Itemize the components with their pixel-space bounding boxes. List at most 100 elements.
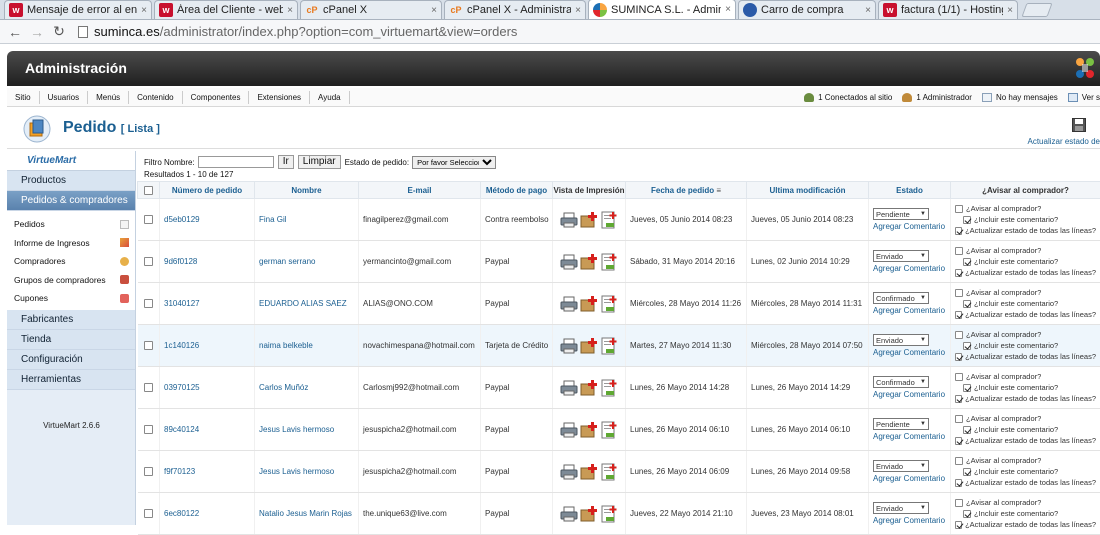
customer-name-link[interactable]: Natalio Jesus Marin Rojas	[255, 493, 359, 535]
sidebar-section-configuracion[interactable]: Configuración	[7, 350, 135, 370]
include-comment-checkbox[interactable]	[963, 300, 971, 308]
include-comment-checkbox[interactable]	[963, 384, 971, 392]
notify-customer-option[interactable]: ¿Avisar al comprador?	[955, 371, 1096, 382]
col-header-modified[interactable]: Ultima modificación	[747, 182, 869, 199]
close-tab-icon[interactable]: ×	[287, 5, 293, 16]
sidebar-section-tienda[interactable]: Tienda	[7, 330, 135, 350]
order-status-select[interactable]: Enviado▼	[873, 334, 929, 346]
order-number-link[interactable]: 6ec80122	[160, 493, 255, 535]
menu-item-contenido[interactable]: Contenido	[129, 91, 182, 104]
menu-item-extensiones[interactable]: Extensiones	[249, 91, 310, 104]
update-all-lines-checkbox[interactable]	[955, 269, 962, 277]
include-comment-checkbox[interactable]	[963, 342, 971, 350]
new-tab-button[interactable]	[1021, 3, 1052, 17]
order-number-link[interactable]: 9d6f0128	[160, 241, 255, 283]
close-tab-icon[interactable]: ×	[725, 4, 731, 15]
package-add-icon[interactable]	[580, 295, 598, 313]
forward-icon[interactable]: →	[28, 23, 46, 41]
row-checkbox[interactable]	[144, 509, 153, 518]
sidebar-section-pedidos-compradores[interactable]: Pedidos & compradores	[7, 191, 135, 211]
include-comment-option[interactable]: ¿Incluir este comentario?	[955, 508, 1096, 519]
printer-icon[interactable]	[560, 505, 578, 523]
customer-name-link[interactable]: Jesus Lavis hermoso	[255, 409, 359, 451]
row-checkbox[interactable]	[144, 425, 153, 434]
filter-status-select[interactable]: Por favor Seleccione	[412, 156, 496, 169]
menu-item-componentes[interactable]: Componentes	[183, 91, 250, 104]
notify-customer-option[interactable]: ¿Avisar al comprador?	[955, 413, 1096, 424]
close-tab-icon[interactable]: ×	[865, 5, 871, 16]
sidebar-item-pedidos[interactable]: Pedidos	[7, 215, 135, 234]
sidebar-item-grupos-compradores[interactable]: Grupos de compradores	[7, 271, 135, 290]
add-comment-link[interactable]: Agregar Comentario	[873, 222, 946, 231]
customer-name-link[interactable]: Fina Gil	[255, 199, 359, 241]
printer-icon[interactable]	[560, 337, 578, 355]
row-checkbox[interactable]	[144, 467, 153, 476]
customer-name-link[interactable]: Carlos Muñóz	[255, 367, 359, 409]
notify-customer-checkbox[interactable]	[955, 247, 963, 255]
col-header-status[interactable]: Estado	[869, 182, 951, 199]
add-comment-link[interactable]: Agregar Comentario	[873, 474, 946, 483]
reload-icon[interactable]: ↻	[50, 23, 68, 41]
add-comment-link[interactable]: Agregar Comentario	[873, 516, 946, 525]
url-field[interactable]: suminca.es/administrator/index.php?optio…	[78, 24, 517, 39]
browser-tab[interactable]: wÁrea del Cliente - webemp×	[154, 0, 298, 19]
close-tab-icon[interactable]: ×	[575, 5, 581, 16]
add-comment-link[interactable]: Agregar Comentario	[873, 432, 946, 441]
update-all-lines-option[interactable]: ¿Actualizar estado de todas las líneas?	[955, 309, 1096, 320]
update-all-lines-option[interactable]: ¿Actualizar estado de todas las líneas?	[955, 477, 1096, 488]
update-all-lines-checkbox[interactable]	[955, 227, 962, 235]
printer-icon[interactable]	[560, 211, 578, 229]
notify-customer-checkbox[interactable]	[955, 205, 963, 213]
package-add-icon[interactable]	[580, 379, 598, 397]
notify-customer-checkbox[interactable]	[955, 415, 963, 423]
customer-name-link[interactable]: naima belkeble	[255, 325, 359, 367]
add-comment-link[interactable]: Agregar Comentario	[873, 264, 946, 273]
close-tab-icon[interactable]: ×	[431, 5, 437, 16]
browser-tab[interactable]: cPcPanel X×	[300, 0, 442, 19]
invoice-add-icon[interactable]	[600, 421, 618, 439]
include-comment-option[interactable]: ¿Incluir este comentario?	[955, 466, 1096, 477]
update-all-lines-option[interactable]: ¿Actualizar estado de todas las líneas?	[955, 435, 1096, 446]
messages-status[interactable]: No hay mensajes	[982, 93, 1058, 102]
order-status-select[interactable]: Enviado▼	[873, 250, 929, 262]
notify-customer-option[interactable]: ¿Avisar al comprador?	[955, 203, 1096, 214]
notify-customer-checkbox[interactable]	[955, 499, 963, 507]
add-comment-link[interactable]: Agregar Comentario	[873, 348, 946, 357]
sidebar-section-productos[interactable]: Productos	[7, 171, 135, 191]
order-status-select[interactable]: Enviado▼	[873, 460, 929, 472]
order-number-link[interactable]: f9f70123	[160, 451, 255, 493]
sidebar-section-fabricantes[interactable]: Fabricantes	[7, 310, 135, 330]
menu-item-sitio[interactable]: Sitio	[7, 91, 40, 104]
update-status-button[interactable]: Actualizar estado de	[1028, 137, 1100, 146]
order-status-select[interactable]: Pendiente▼	[873, 208, 929, 220]
row-checkbox[interactable]	[144, 299, 153, 308]
add-comment-link[interactable]: Agregar Comentario	[873, 390, 946, 399]
include-comment-checkbox[interactable]	[963, 258, 971, 266]
order-number-link[interactable]: 31040127	[160, 283, 255, 325]
view-site-status[interactable]: Ver s	[1068, 93, 1100, 102]
package-add-icon[interactable]	[580, 211, 598, 229]
package-add-icon[interactable]	[580, 463, 598, 481]
invoice-add-icon[interactable]	[600, 379, 618, 397]
invoice-add-icon[interactable]	[600, 211, 618, 229]
notify-customer-checkbox[interactable]	[955, 289, 963, 297]
update-all-lines-option[interactable]: ¿Actualizar estado de todas las líneas?	[955, 351, 1096, 362]
include-comment-option[interactable]: ¿Incluir este comentario?	[955, 424, 1096, 435]
col-header-order-date[interactable]: Fecha de pedido ≡	[626, 182, 747, 199]
printer-icon[interactable]	[560, 295, 578, 313]
invoice-add-icon[interactable]	[600, 337, 618, 355]
filter-reset-button[interactable]: Limpiar	[298, 155, 341, 169]
row-checkbox[interactable]	[144, 257, 153, 266]
package-add-icon[interactable]	[580, 253, 598, 271]
notify-customer-checkbox[interactable]	[955, 457, 963, 465]
include-comment-option[interactable]: ¿Incluir este comentario?	[955, 298, 1096, 309]
include-comment-option[interactable]: ¿Incluir este comentario?	[955, 214, 1096, 225]
sidebar-item-cupones[interactable]: Cupones	[7, 289, 135, 308]
update-all-lines-checkbox[interactable]	[955, 479, 962, 487]
order-status-select[interactable]: Confirmado▼	[873, 376, 929, 388]
notify-customer-checkbox[interactable]	[955, 331, 963, 339]
add-comment-link[interactable]: Agregar Comentario	[873, 306, 946, 315]
order-status-select[interactable]: Pendiente▼	[873, 418, 929, 430]
menu-item-ayuda[interactable]: Ayuda	[310, 91, 350, 104]
update-all-lines-option[interactable]: ¿Actualizar estado de todas las líneas?	[955, 393, 1096, 404]
